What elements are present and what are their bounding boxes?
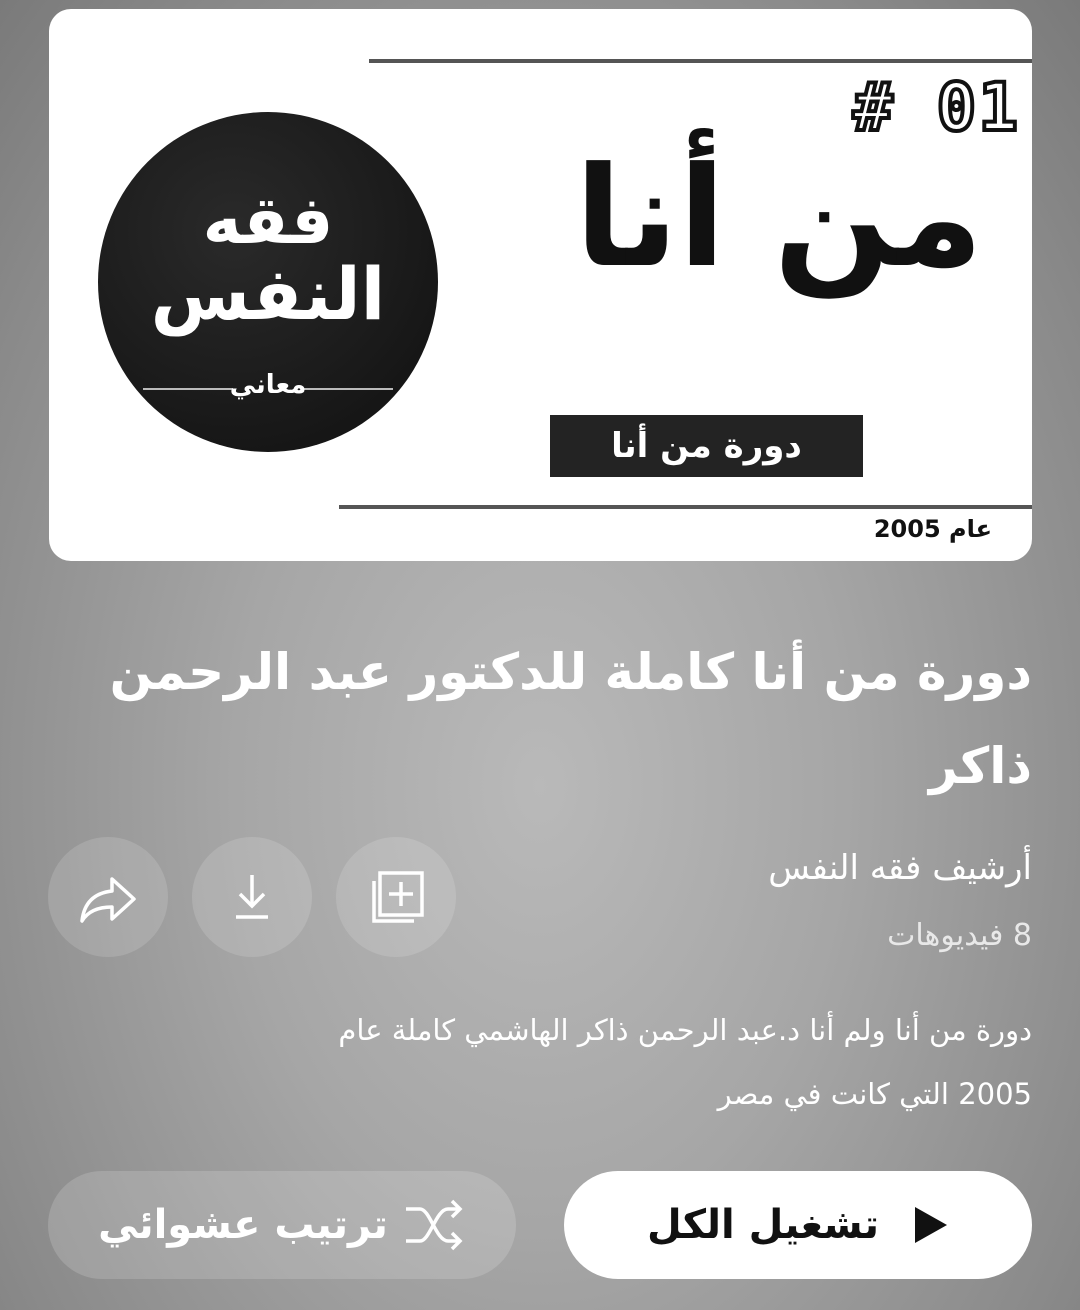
- download-icon: [236, 875, 268, 919]
- play-all-button[interactable]: تشغيل الكل: [564, 1171, 1032, 1279]
- shuffle-button[interactable]: ترتيب عشوائي: [48, 1171, 516, 1279]
- logo-text-line2: النفس: [150, 252, 386, 336]
- thumbnail-divider-top: [369, 59, 1032, 63]
- playlist-description: دورة من أنا ولم أنا د.عبد الرحمن ذاكر ال…: [338, 1013, 1032, 1111]
- playlist-title: دورة من أنا كاملة للدكتور عبد الرحمن ذاك…: [109, 643, 1032, 795]
- add-to-library-icon: [372, 871, 424, 923]
- share-icon: [80, 877, 136, 923]
- play-all-label: تشغيل الكل: [647, 1202, 879, 1248]
- episode-number: # 01: [851, 67, 1020, 148]
- save-to-library-button[interactable]: [336, 837, 456, 957]
- logo-text-line1: فقه: [202, 182, 334, 259]
- shuffle-icon: [405, 1199, 463, 1251]
- channel-logo: فقه النفس معاني: [98, 112, 438, 452]
- playlist-thumbnail[interactable]: # 01 من أنا دورة من أنا عام 2005 فقه الن…: [49, 9, 1032, 561]
- thumbnail-year: عام 2005: [873, 515, 992, 543]
- logo-mark: معاني: [229, 370, 307, 400]
- video-count: 8 فيديوهات: [887, 918, 1032, 953]
- thumbnail-subtitle: دورة من أنا: [550, 415, 863, 477]
- share-button[interactable]: [48, 837, 168, 957]
- thumbnail-divider-bottom: [339, 505, 1032, 509]
- download-button[interactable]: [192, 837, 312, 957]
- shuffle-label: ترتيب عشوائي: [98, 1202, 388, 1248]
- channel-name[interactable]: أرشيف فقه النفس: [768, 848, 1032, 888]
- thumbnail-main-title: من أنا: [574, 137, 984, 298]
- play-icon: [914, 1207, 947, 1243]
